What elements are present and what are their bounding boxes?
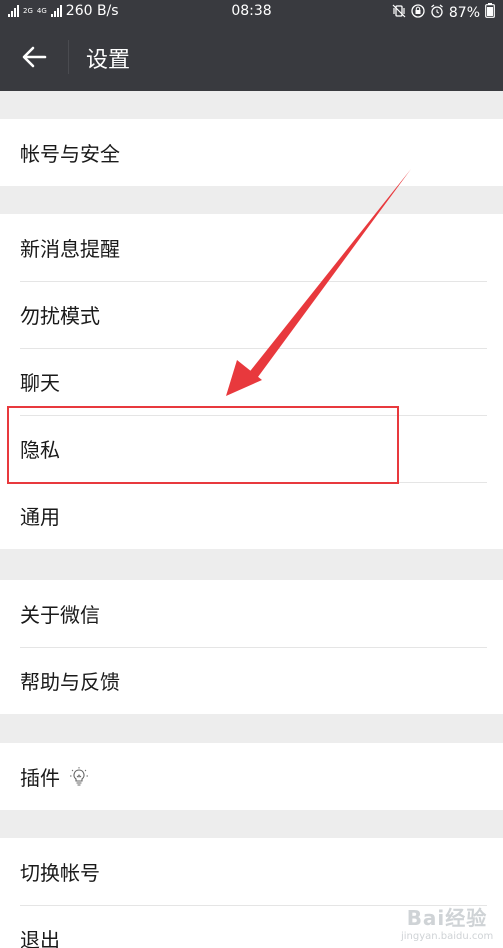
settings-item-about-wechat[interactable]: 关于微信 xyxy=(0,580,503,647)
lock-rotation-icon xyxy=(411,3,425,22)
settings-item-label: 退出 xyxy=(20,928,60,948)
baidu-jingyan-watermark: Bai经验 jingyan.baidu.com xyxy=(401,902,493,942)
settings-item-account-security[interactable]: 帐号与安全 xyxy=(0,119,503,186)
settings-item-label: 帮助与反馈 xyxy=(20,670,120,694)
watermark-url: jingyan.baidu.com xyxy=(401,931,494,942)
settings-item-label: 通用 xyxy=(20,505,60,529)
title-divider xyxy=(68,40,69,74)
title-bar: 设置 xyxy=(0,22,503,91)
settings-group-about: 关于微信 帮助与反馈 xyxy=(0,580,503,714)
back-arrow-icon xyxy=(22,46,47,68)
lightbulb-icon xyxy=(70,766,88,787)
page-title: 设置 xyxy=(86,48,131,73)
battery-percent: 87% xyxy=(448,4,480,21)
settings-item-notifications[interactable]: 新消息提醒 xyxy=(0,214,503,281)
watermark-logo: Bai经验 xyxy=(406,906,488,930)
settings-item-switch-account[interactable]: 切换帐号 xyxy=(0,838,503,905)
settings-item-label: 隐私 xyxy=(20,438,60,462)
settings-item-label: 帐号与安全 xyxy=(20,142,120,166)
alarm-icon xyxy=(430,4,444,22)
settings-item-label: 聊天 xyxy=(20,371,60,395)
status-right: 87% xyxy=(392,3,495,22)
settings-group-general: 新消息提醒 勿扰模式 聊天 隐私 通用 xyxy=(0,214,503,549)
settings-item-label: 新消息提醒 xyxy=(20,237,120,261)
settings-item-privacy[interactable]: 隐私 xyxy=(0,415,503,482)
settings-item-label: 切换帐号 xyxy=(20,861,100,885)
settings-item-chat[interactable]: 聊天 xyxy=(0,348,503,415)
battery-icon xyxy=(485,3,495,22)
settings-item-label: 勿扰模式 xyxy=(20,304,100,328)
settings-item-plugins[interactable]: 插件 xyxy=(0,743,503,810)
back-button[interactable] xyxy=(18,42,50,72)
status-bar: 2G 4G 260 B/s 08:38 87% xyxy=(0,0,503,22)
settings-group-plugins: 插件 xyxy=(0,743,503,810)
settings-item-label: 插件 xyxy=(20,766,60,790)
settings-item-do-not-disturb[interactable]: 勿扰模式 xyxy=(0,281,503,348)
settings-item-general[interactable]: 通用 xyxy=(0,482,503,549)
settings-item-label: 关于微信 xyxy=(20,603,100,627)
vibrate-icon xyxy=(392,4,406,22)
settings-item-help-feedback[interactable]: 帮助与反馈 xyxy=(0,647,503,714)
settings-group-account: 帐号与安全 xyxy=(0,119,503,186)
